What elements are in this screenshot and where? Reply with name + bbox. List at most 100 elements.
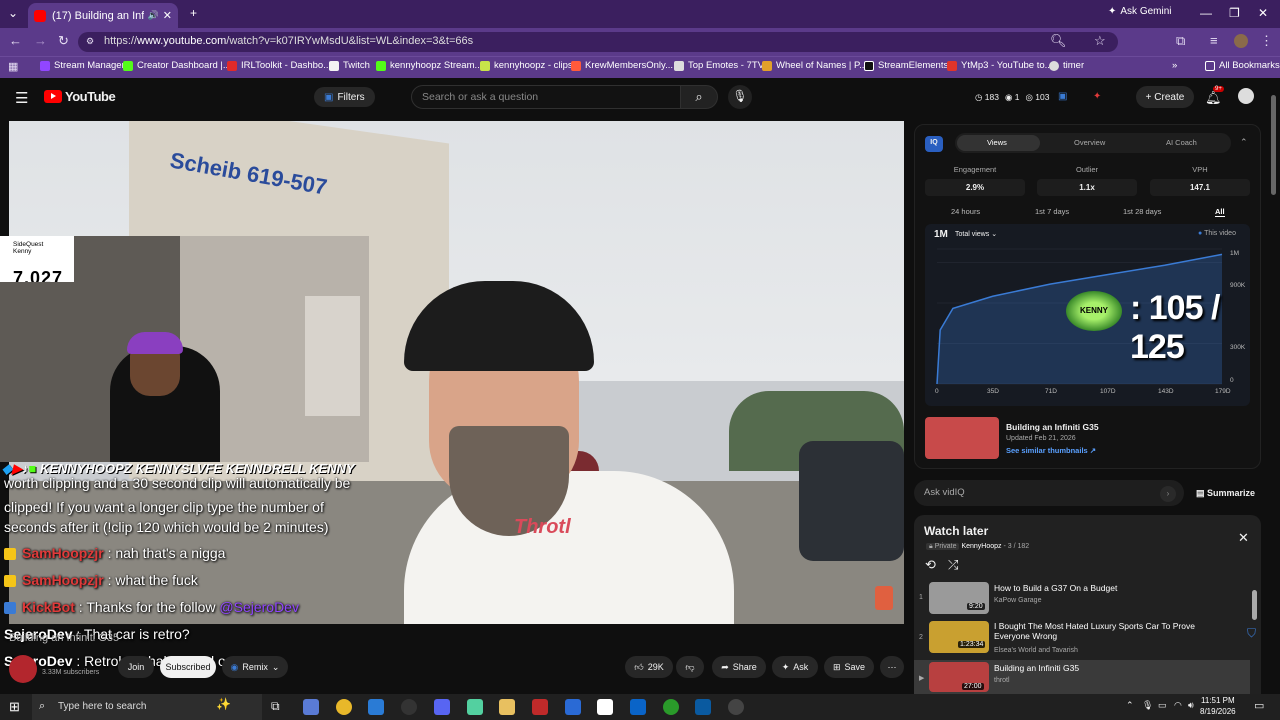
youtube-logo[interactable]: YouTube (44, 89, 116, 104)
create-button[interactable]: + Create (1136, 86, 1194, 108)
voicemeeter-icon[interactable] (532, 699, 548, 715)
bookmark-twitch[interactable]: Twitch (329, 60, 370, 71)
volume-icon[interactable]: 🔊︎ (1188, 700, 1194, 711)
bookmark-wheel-of-names[interactable]: Wheel of Names | P... (762, 60, 867, 71)
ask-button[interactable]: ✦ Ask (772, 656, 818, 678)
new-tab-icon[interactable]: + (190, 6, 197, 20)
taskbar-clock[interactable]: 11:51 PM 8/19/2026 (1200, 695, 1236, 717)
vidiq-icon[interactable]: ▣ (1058, 91, 1067, 102)
back-icon[interactable]: ← (9, 33, 22, 48)
network-icon[interactable]: ▭ (1158, 700, 1167, 711)
app-icon[interactable] (695, 699, 711, 715)
shuffle-icon[interactable]: ⤮ (948, 557, 958, 573)
similar-thumbnails-link[interactable]: See similar thumbnails ↗ (1006, 446, 1096, 455)
ask-gemini-button[interactable]: ✦ Ask Gemini (1108, 6, 1172, 17)
more-actions-icon[interactable]: ⋯ (880, 656, 904, 678)
shield-icon[interactable]: ⛉ (1247, 626, 1256, 641)
address-bar[interactable]: https://www.youtube.com/watch?v=k07IRYwM… (78, 32, 1118, 52)
share-button[interactable]: ➦ Share (712, 656, 766, 678)
range-first-28-days[interactable]: 1st 28 days (1123, 207, 1161, 216)
tab-views[interactable]: Views (987, 138, 1007, 147)
filters-button[interactable]: ▣ Filters (314, 87, 375, 107)
browser-tab[interactable]: (17) Building an Infiniti G35 🔊 ✕ (28, 3, 178, 28)
extension-icon[interactable]: ✦ (1093, 91, 1101, 102)
forward-icon[interactable]: → (34, 33, 47, 48)
obs-icon[interactable] (401, 699, 417, 715)
microphone-tray-icon[interactable]: 🎙 (1142, 700, 1153, 711)
summarize-button[interactable]: ▤ Summarize (1196, 488, 1255, 499)
remix-button[interactable]: ◉ Remix ⌄ (222, 656, 288, 678)
tab-ai-coach[interactable]: AI Coach (1166, 138, 1197, 147)
join-button[interactable]: Join (118, 656, 154, 678)
copilot-icon[interactable] (303, 699, 319, 715)
bookmark-stream-manager[interactable]: Stream Manager (40, 60, 125, 71)
app-icon[interactable] (467, 699, 483, 715)
range-all[interactable]: All (1215, 207, 1225, 217)
playlist-item-title[interactable]: I Bought The Most Hated Luxury Sports Ca… (994, 621, 1204, 641)
profile-avatar[interactable] (1234, 34, 1248, 48)
page-scrollbar[interactable] (1271, 95, 1276, 195)
account-avatar[interactable] (1238, 88, 1254, 104)
total-views-dropdown[interactable]: Total views ⌄ (955, 230, 997, 238)
playlist-item-title[interactable]: Building an Infiniti G35 (994, 663, 1204, 673)
bookmark-krewmembersonly[interactable]: KrewMembersOnly... (571, 60, 673, 71)
bookmark-kennyhoopz-stream[interactable]: kennyhoopz Stream... (376, 60, 482, 71)
bookmark-irltoolkit[interactable]: IRLToolkit - Dashbo... (227, 60, 331, 71)
channel-watermark-icon[interactable] (875, 586, 893, 610)
bookmark-kennyhoopz-clips[interactable]: kennyhoopz - clips (480, 60, 573, 71)
minimize-icon[interactable]: — (1200, 6, 1212, 20)
site-info-icon[interactable]: ⚙ (86, 36, 94, 47)
windows-start-icon[interactable]: ⊞ (9, 699, 20, 715)
range-first-7-days[interactable]: 1st 7 days (1035, 207, 1069, 216)
playlist-item-title[interactable]: How to Build a G37 On a Budget (994, 583, 1204, 593)
search-input[interactable]: Search or ask a question (411, 85, 681, 109)
capcut-icon[interactable] (597, 699, 613, 715)
tray-chevron-icon[interactable]: ⌃ (1126, 700, 1134, 711)
file-explorer-icon[interactable] (499, 699, 515, 715)
outlook-icon[interactable] (630, 699, 646, 715)
maximize-icon[interactable]: ❐ (1229, 6, 1240, 20)
playlist-scrollbar[interactable] (1252, 590, 1257, 620)
notification-center-icon[interactable]: ▭ (1254, 699, 1264, 712)
wifi-icon[interactable]: ◠ (1174, 700, 1182, 711)
ask-vidiq-input[interactable]: Ask vidIQ (914, 480, 1184, 506)
bookmark-ytmp3[interactable]: YtMp3 - YouTube to... (947, 60, 1053, 71)
dislike-button[interactable]: 👎︎ (676, 656, 704, 678)
microphone-icon[interactable]: 🎙 (728, 85, 752, 109)
search-icon[interactable]: ⌕ (680, 85, 718, 109)
bookmark-timer[interactable]: timer (1049, 60, 1084, 71)
tab-close-icon[interactable]: ✕ (163, 9, 172, 22)
send-arrow-icon[interactable]: › (1160, 486, 1176, 502)
bookmark-creator-dashboard[interactable]: Creator Dashboard |... (123, 60, 231, 71)
range-24-hours[interactable]: 24 hours (951, 207, 980, 216)
zoom-icon[interactable]: 🔍︎ (1050, 33, 1067, 49)
more-bookmarks-icon[interactable]: » (1172, 60, 1177, 71)
hamburger-menu-icon[interactable]: ☰ (15, 89, 28, 107)
close-playlist-icon[interactable]: ✕ (1238, 530, 1249, 546)
playlist-thumbnail[interactable] (929, 621, 989, 653)
apps-icon[interactable]: ▦ (8, 60, 18, 73)
loop-icon[interactable]: ⟲ (925, 557, 936, 573)
bookmark-streamelements[interactable]: StreamElements (864, 60, 948, 71)
vidiq-stats[interactable]: ◷ 183 ◉ 1 ◎ 103 (975, 92, 1049, 103)
xbox-icon[interactable] (663, 699, 679, 715)
bookmark-star-icon[interactable]: ☆ (1094, 33, 1106, 49)
reload-icon[interactable]: ↻ (58, 33, 69, 49)
extensions-icon[interactable]: ⧉ (1176, 33, 1185, 49)
video-thumbnail[interactable] (925, 417, 999, 459)
app-icon[interactable] (565, 699, 581, 715)
collapse-icon[interactable]: ⌃ (1240, 137, 1248, 148)
audio-icon[interactable]: 🔊 (148, 10, 159, 21)
all-bookmarks[interactable]: All Bookmarks (1205, 60, 1280, 71)
media-icon[interactable]: ≡ (1210, 33, 1218, 48)
tab-overview[interactable]: Overview (1074, 138, 1105, 147)
channel-avatar[interactable] (9, 655, 37, 683)
save-button[interactable]: ⊞ Save (824, 656, 874, 678)
like-button[interactable]: 👍︎ 29K (625, 656, 673, 678)
chrome-icon[interactable] (336, 699, 352, 715)
media-player-icon[interactable] (728, 699, 744, 715)
bookmark-top-emotes[interactable]: Top Emotes - 7TV (674, 60, 764, 71)
store-icon[interactable] (368, 699, 384, 715)
notifications-bell-icon[interactable]: 🔔︎ (1205, 90, 1222, 106)
subscribed-button[interactable]: Subscribed (160, 656, 216, 678)
